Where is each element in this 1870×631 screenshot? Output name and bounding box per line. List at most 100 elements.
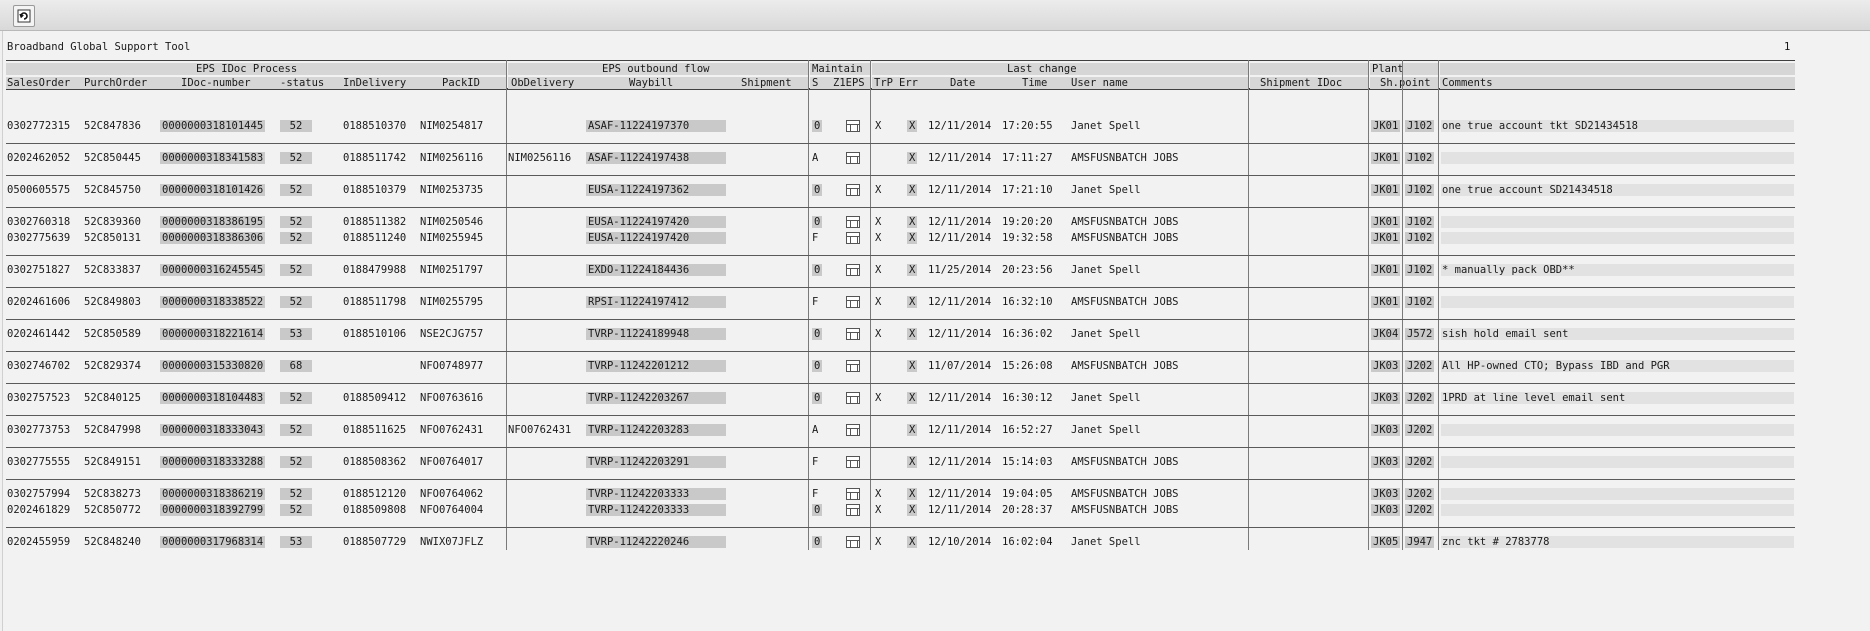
status-cell[interactable]: 53 [280, 328, 312, 340]
z1eps-table-icon[interactable] [846, 392, 860, 404]
idoc-number-link[interactable]: 0000000318221614 [160, 328, 266, 340]
comments-field[interactable] [1441, 216, 1794, 228]
comments-field[interactable] [1441, 152, 1794, 164]
status-cell[interactable]: 68 [280, 360, 312, 372]
z1eps-table-icon[interactable] [846, 152, 860, 164]
waybill-link[interactable]: TVRP-11224189948 [586, 328, 726, 340]
comments-field[interactable] [1441, 456, 1794, 468]
row-separator [6, 287, 1795, 288]
sh-point-cell: J102 [1405, 296, 1435, 308]
z1eps-table-icon[interactable] [846, 184, 860, 196]
idoc-number-link[interactable]: 0000000318386306 [160, 232, 266, 244]
idoc-number-link[interactable]: 0000000317968314 [160, 536, 266, 548]
user-name-cell: AMSFUSNBATCH JOBS [1071, 152, 1179, 164]
status-cell[interactable]: 52 [280, 264, 312, 276]
waybill-link[interactable]: TVRP-11242203291 [586, 456, 726, 468]
status-cell[interactable]: 52 [280, 152, 312, 164]
date-cell: 12/11/2014 [928, 392, 992, 404]
z1eps-table-icon[interactable] [846, 488, 860, 500]
comments-field[interactable] [1441, 424, 1794, 436]
status-cell[interactable]: 52 [280, 488, 312, 500]
waybill-link[interactable]: TVRP-11242203333 [586, 504, 726, 516]
idoc-number-link[interactable]: 0000000318392799 [160, 504, 266, 516]
sales-order-cell: 0202461606 [7, 296, 71, 308]
plant-cell: JK04 [1371, 328, 1401, 340]
comments-field[interactable] [1441, 296, 1794, 308]
waybill-link[interactable]: ASAF-11224197370 [586, 120, 726, 132]
waybill-link[interactable]: EXDO-11224184436 [586, 264, 726, 276]
status-cell[interactable]: 52 [280, 216, 312, 228]
time-cell: 17:20:55 [1002, 120, 1053, 132]
sh-point-cell: J202 [1405, 504, 1435, 516]
idoc-number-link[interactable]: 0000000318333288 [160, 456, 266, 468]
s-flag: 0 [812, 264, 823, 276]
waybill-link[interactable]: TVRP-11242203267 [586, 392, 726, 404]
z1eps-table-icon[interactable] [846, 504, 860, 516]
status-cell[interactable]: 52 [280, 120, 312, 132]
sales-order-cell: 0302746702 [7, 360, 71, 372]
idoc-number-link[interactable]: 0000000318341583 [160, 152, 266, 164]
comments-field[interactable] [1441, 488, 1794, 500]
status-cell[interactable]: 52 [280, 392, 312, 404]
idoc-number-link[interactable]: 0000000318338522 [160, 296, 266, 308]
idoc-number-link[interactable]: 0000000318101445 [160, 120, 266, 132]
err-flag: X [907, 328, 918, 340]
purch-order-cell: 52C850131 [84, 232, 141, 244]
z1eps-table-icon[interactable] [846, 424, 860, 436]
idoc-number-link[interactable]: 0000000318101426 [160, 184, 266, 196]
z1eps-table-icon[interactable] [846, 120, 860, 132]
waybill-link[interactable]: TVRP-11242220246 [586, 536, 726, 548]
comments-field[interactable] [1441, 232, 1794, 244]
idoc-number-link[interactable]: 0000000315330820 [160, 360, 266, 372]
z1eps-table-icon[interactable] [846, 296, 860, 308]
comments-field[interactable] [1441, 504, 1794, 516]
sh-point-cell: J202 [1405, 424, 1435, 436]
pack-id-cell: NFO0748977 [420, 360, 484, 372]
z1eps-table-icon[interactable] [846, 216, 860, 228]
refresh-button[interactable] [13, 5, 35, 27]
z1eps-table-icon[interactable] [846, 328, 860, 340]
group-maintain: Maintain [812, 63, 863, 75]
sales-order-cell: 0302751827 [7, 264, 71, 276]
z1eps-table-icon[interactable] [846, 264, 860, 276]
idoc-number-link[interactable]: 0000000318386219 [160, 488, 266, 500]
col-err: Err [899, 77, 918, 89]
date-cell: 12/11/2014 [928, 216, 992, 228]
comments-cell: * manually pack OBD** [1442, 264, 1575, 276]
s-flag: 0 [812, 328, 823, 340]
z1eps-table-icon[interactable] [846, 456, 860, 468]
waybill-link[interactable]: RPSI-11224197412 [586, 296, 726, 308]
waybill-link[interactable]: TVRP-11242203283 [586, 424, 726, 436]
err-flag: X [907, 232, 918, 244]
waybill-link[interactable]: TVRP-11242203333 [586, 488, 726, 500]
sh-point-cell: J572 [1405, 328, 1435, 340]
status-cell[interactable]: 52 [280, 504, 312, 516]
status-cell[interactable]: 52 [280, 424, 312, 436]
status-cell[interactable]: 53 [280, 536, 312, 548]
waybill-link[interactable]: TVRP-11242201212 [586, 360, 726, 372]
idoc-number-link[interactable]: 0000000318104483 [160, 392, 266, 404]
status-cell[interactable]: 52 [280, 296, 312, 308]
idoc-number-link[interactable]: 0000000318333043 [160, 424, 266, 436]
status-cell[interactable]: 52 [280, 184, 312, 196]
z1eps-table-icon[interactable] [846, 232, 860, 244]
idoc-number-link[interactable]: 0000000318386195 [160, 216, 266, 228]
pack-id-cell: NIM0255795 [420, 296, 484, 308]
waybill-link[interactable]: EUSA-11224197420 [586, 232, 726, 244]
trp-flag: X [875, 328, 882, 340]
plant-cell: JK03 [1371, 488, 1401, 500]
idoc-number-link[interactable]: 0000000316245545 [160, 264, 266, 276]
purch-order-cell: 52C838273 [84, 488, 141, 500]
waybill-link[interactable]: EUSA-11224197362 [586, 184, 726, 196]
row-separator [6, 143, 1795, 144]
user-name-cell: AMSFUSNBATCH JOBS [1071, 456, 1179, 468]
status-cell[interactable]: 52 [280, 232, 312, 244]
z1eps-table-icon[interactable] [846, 360, 860, 372]
comments-cell: one true account tkt SD21434518 [1442, 120, 1638, 132]
status-cell[interactable]: 52 [280, 456, 312, 468]
waybill-link[interactable]: ASAF-11224197438 [586, 152, 726, 164]
date-cell: 12/11/2014 [928, 184, 992, 196]
s-flag: 0 [812, 216, 823, 228]
z1eps-table-icon[interactable] [846, 536, 860, 548]
waybill-link[interactable]: EUSA-11224197420 [586, 216, 726, 228]
